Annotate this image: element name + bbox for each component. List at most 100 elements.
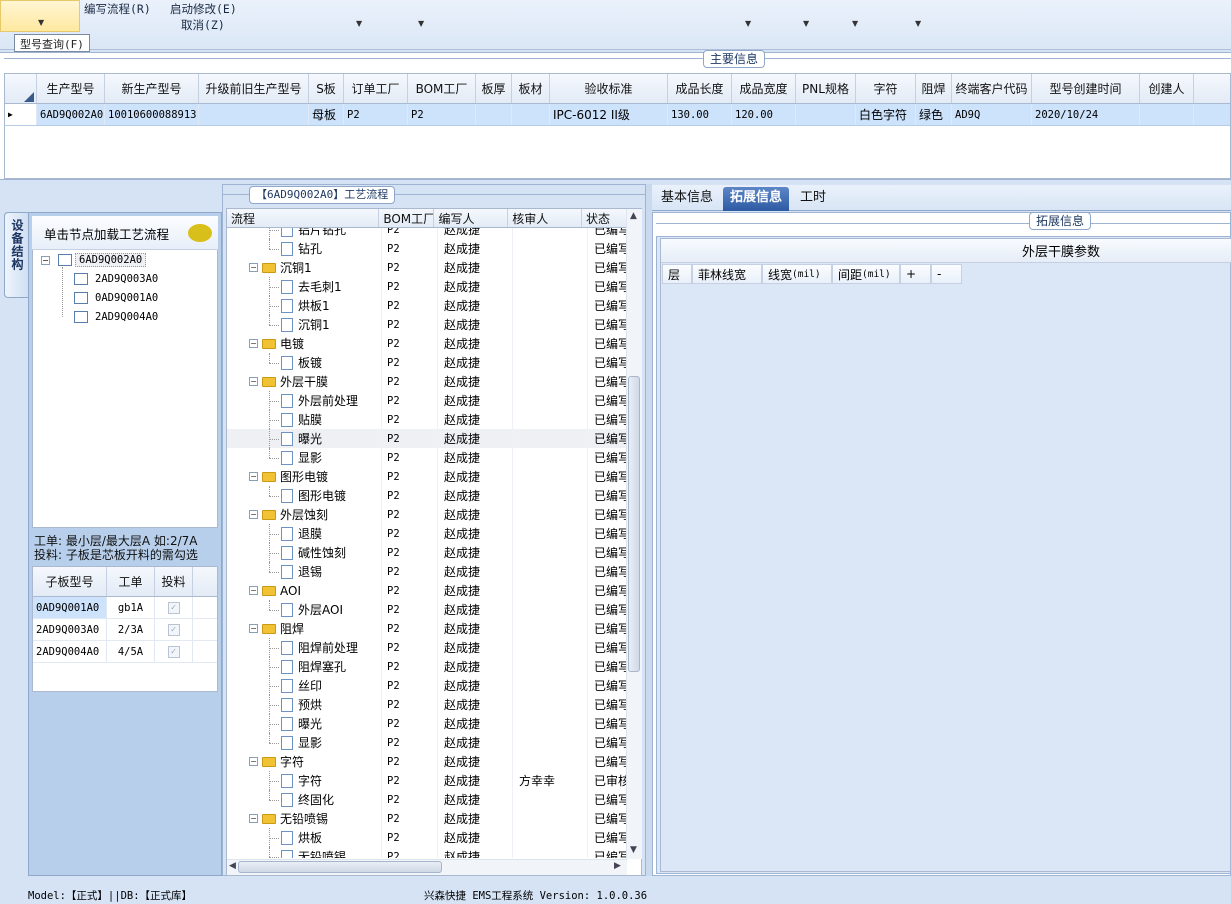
process-step-row[interactable]: 外层前处理 P2 赵成捷 已编写 xyxy=(227,391,627,410)
column-header-layer[interactable]: 层 xyxy=(662,264,692,284)
dropdown-caret-icon[interactable]: ▼ xyxy=(915,19,921,28)
column-header[interactable]: 创建人 xyxy=(1140,74,1194,103)
column-header[interactable]: 型号创建时间 xyxy=(1032,74,1140,103)
collapse-toggle-icon[interactable]: − xyxy=(249,377,258,386)
table-cell[interactable] xyxy=(1140,104,1194,125)
collapse-toggle-icon[interactable]: − xyxy=(249,263,258,272)
work-order-cell[interactable]: 4/5A xyxy=(107,641,155,662)
process-step-row[interactable]: 板镀 P2 赵成捷 已编写 xyxy=(227,353,627,372)
table-cell[interactable]: 2020/10/24 xyxy=(1032,104,1140,125)
scrollbar-thumb[interactable] xyxy=(628,376,640,672)
column-header[interactable]: 编写人 xyxy=(434,209,509,227)
dropdown-caret-icon[interactable]: ▼ xyxy=(852,19,858,28)
process-step-row[interactable]: 字符 P2 赵成捷 方幸幸 已审核 xyxy=(227,771,627,790)
menu-item-write-flow[interactable]: 编写流程(R) xyxy=(84,1,151,17)
collapse-toggle-icon[interactable]: − xyxy=(249,472,258,481)
dropdown-caret-icon[interactable]: ▼ xyxy=(803,19,809,28)
scrollbar-thumb[interactable] xyxy=(238,861,442,873)
column-header[interactable]: 字符 xyxy=(856,74,916,103)
process-group-row[interactable]: − 阻焊 P2 赵成捷 已编写 xyxy=(227,619,627,638)
tree-node-root[interactable]: 6AD9Q002A0 xyxy=(75,253,147,267)
menu-item-model-query[interactable]: ▼ xyxy=(0,0,80,32)
tree-node[interactable]: 2AD9Q004A0 xyxy=(95,311,158,323)
column-header[interactable]: 板材 xyxy=(512,74,550,103)
process-step-row[interactable]: 阻焊前处理 P2 赵成捷 已编写 xyxy=(227,638,627,657)
collapse-toggle-icon[interactable]: − xyxy=(249,757,258,766)
process-step-row[interactable]: 烘板 P2 赵成捷 已编写 xyxy=(227,828,627,847)
table-row[interactable]: 0AD9Q001A0 gb1A ✓ xyxy=(33,597,217,619)
table-row[interactable]: ▶ 6AD9Q002A0 10010600088913 母板 P2 P2 IPC-6012 … xyxy=(5,104,1230,126)
feed-cell[interactable]: ✓ xyxy=(155,619,193,640)
table-cell[interactable]: 白色字符 xyxy=(856,104,916,125)
scroll-left-icon[interactable]: ◀ xyxy=(229,861,236,871)
menu-item-start-modify[interactable]: 启动修改(E) xyxy=(170,1,237,17)
collapse-toggle-icon[interactable]: − xyxy=(249,510,258,519)
process-step-row[interactable]: 曝光 P2 赵成捷 已编写 xyxy=(227,714,627,733)
feed-cell[interactable]: ✓ xyxy=(155,641,193,662)
feed-cell[interactable]: ✓ xyxy=(155,597,193,618)
process-step-row[interactable]: 退锡 P2 赵成捷 已编写 xyxy=(227,562,627,581)
process-group-row[interactable]: − 图形电镀 P2 赵成捷 已编写 xyxy=(227,467,627,486)
scroll-right-icon[interactable]: ▶ xyxy=(614,861,621,871)
table-cell[interactable] xyxy=(476,104,512,125)
process-step-row[interactable]: 曝光 P2 赵成捷 已编写 xyxy=(227,429,627,448)
process-group-row[interactable]: − 沉铜1 P2 赵成捷 已编写 xyxy=(227,258,627,277)
column-header[interactable]: BOM工厂 xyxy=(408,74,476,103)
column-header[interactable]: BOM工厂 xyxy=(379,209,435,227)
work-order-cell[interactable]: gb1A xyxy=(107,597,155,618)
table-cell[interactable]: AD9Q xyxy=(952,104,1032,125)
table-cell[interactable]: P2 xyxy=(408,104,476,125)
column-header[interactable]: 投料 xyxy=(155,567,193,596)
process-group-row[interactable]: − 电镀 P2 赵成捷 已编写 xyxy=(227,334,627,353)
process-group-row[interactable]: − AOI P2 赵成捷 已编写 xyxy=(227,581,627,600)
process-step-row[interactable]: 沉铜1 P2 赵成捷 已编写 xyxy=(227,315,627,334)
process-group-row[interactable]: − 外层蚀刻 P2 赵成捷 已编写 xyxy=(227,505,627,524)
table-cell[interactable] xyxy=(796,104,856,125)
column-header[interactable]: PNL规格 xyxy=(796,74,856,103)
process-step-row[interactable]: 去毛刺1 P2 赵成捷 已编写 xyxy=(227,277,627,296)
column-header-film-width[interactable]: 菲林线宽 xyxy=(692,264,762,284)
process-step-row[interactable]: 终固化 P2 赵成捷 已编写 xyxy=(227,790,627,809)
scroll-down-icon[interactable]: ▼ xyxy=(630,845,637,855)
feed-checkbox[interactable]: ✓ xyxy=(167,601,180,614)
menu-item-cancel[interactable]: 取消(Z) xyxy=(181,17,225,33)
collapse-toggle-icon[interactable]: − xyxy=(41,256,50,265)
column-header[interactable]: 成品长度 xyxy=(668,74,732,103)
tab-basic-info[interactable]: 基本信息 xyxy=(654,187,720,211)
column-header[interactable]: 阻焊 xyxy=(916,74,952,103)
column-header[interactable]: 新生产型号 xyxy=(105,74,199,103)
column-header-spacing[interactable]: 间距 (mil) xyxy=(832,264,900,284)
collapse-toggle-icon[interactable]: − xyxy=(249,586,258,595)
column-header-line-width[interactable]: 线宽 (mil) xyxy=(762,264,832,284)
dropdown-caret-icon[interactable]: ▼ xyxy=(745,19,751,28)
process-step-row[interactable]: 无铅喷锡 P2 赵成捷 已编写 xyxy=(227,847,627,858)
process-group-row[interactable]: − 字符 P2 赵成捷 已编写 xyxy=(227,752,627,771)
collapse-toggle-icon[interactable]: − xyxy=(249,339,258,348)
table-cell[interactable]: 130.00 xyxy=(668,104,732,125)
process-step-row[interactable]: 铝片钻孔 P2 赵成捷 已编写 xyxy=(227,228,627,239)
table-cell[interactable]: 120.00 xyxy=(732,104,796,125)
column-header[interactable]: 核审人 xyxy=(508,209,582,227)
tab-device-structure[interactable]: 设备结构 xyxy=(4,212,28,298)
table-cell[interactable] xyxy=(199,104,309,125)
process-step-row[interactable]: 显影 P2 赵成捷 已编写 xyxy=(227,733,627,752)
sub-model-cell[interactable]: 2AD9Q004A0 xyxy=(33,641,107,662)
table-row[interactable]: 2AD9Q004A0 4/5A ✓ xyxy=(33,641,217,663)
column-header[interactable]: 升级前旧生产型号 xyxy=(199,74,309,103)
remove-column-button[interactable]: - xyxy=(931,264,962,284)
column-header[interactable]: 终端客户代码 xyxy=(952,74,1032,103)
process-step-row[interactable]: 阻焊塞孔 P2 赵成捷 已编写 xyxy=(227,657,627,676)
process-step-row[interactable]: 丝印 P2 赵成捷 已编写 xyxy=(227,676,627,695)
dropdown-caret-icon[interactable]: ▼ xyxy=(356,19,362,28)
column-header[interactable]: 板厚 xyxy=(476,74,512,103)
collapse-toggle-icon[interactable]: − xyxy=(249,624,258,633)
process-group-row[interactable]: − 无铅喷锡 P2 赵成捷 已编写 xyxy=(227,809,627,828)
column-header[interactable]: 成品宽度 xyxy=(732,74,796,103)
tab-work-hours[interactable]: 工时 xyxy=(793,187,833,211)
column-header[interactable]: 流程 xyxy=(227,209,380,227)
process-step-row[interactable]: 烘板1 P2 赵成捷 已编写 xyxy=(227,296,627,315)
column-header[interactable]: 子板型号 xyxy=(33,567,107,596)
process-step-row[interactable]: 预烘 P2 赵成捷 已编写 xyxy=(227,695,627,714)
table-cell[interactable]: IPC-6012 II级 xyxy=(550,104,668,125)
tree-node[interactable]: 0AD9Q001A0 xyxy=(95,292,158,304)
